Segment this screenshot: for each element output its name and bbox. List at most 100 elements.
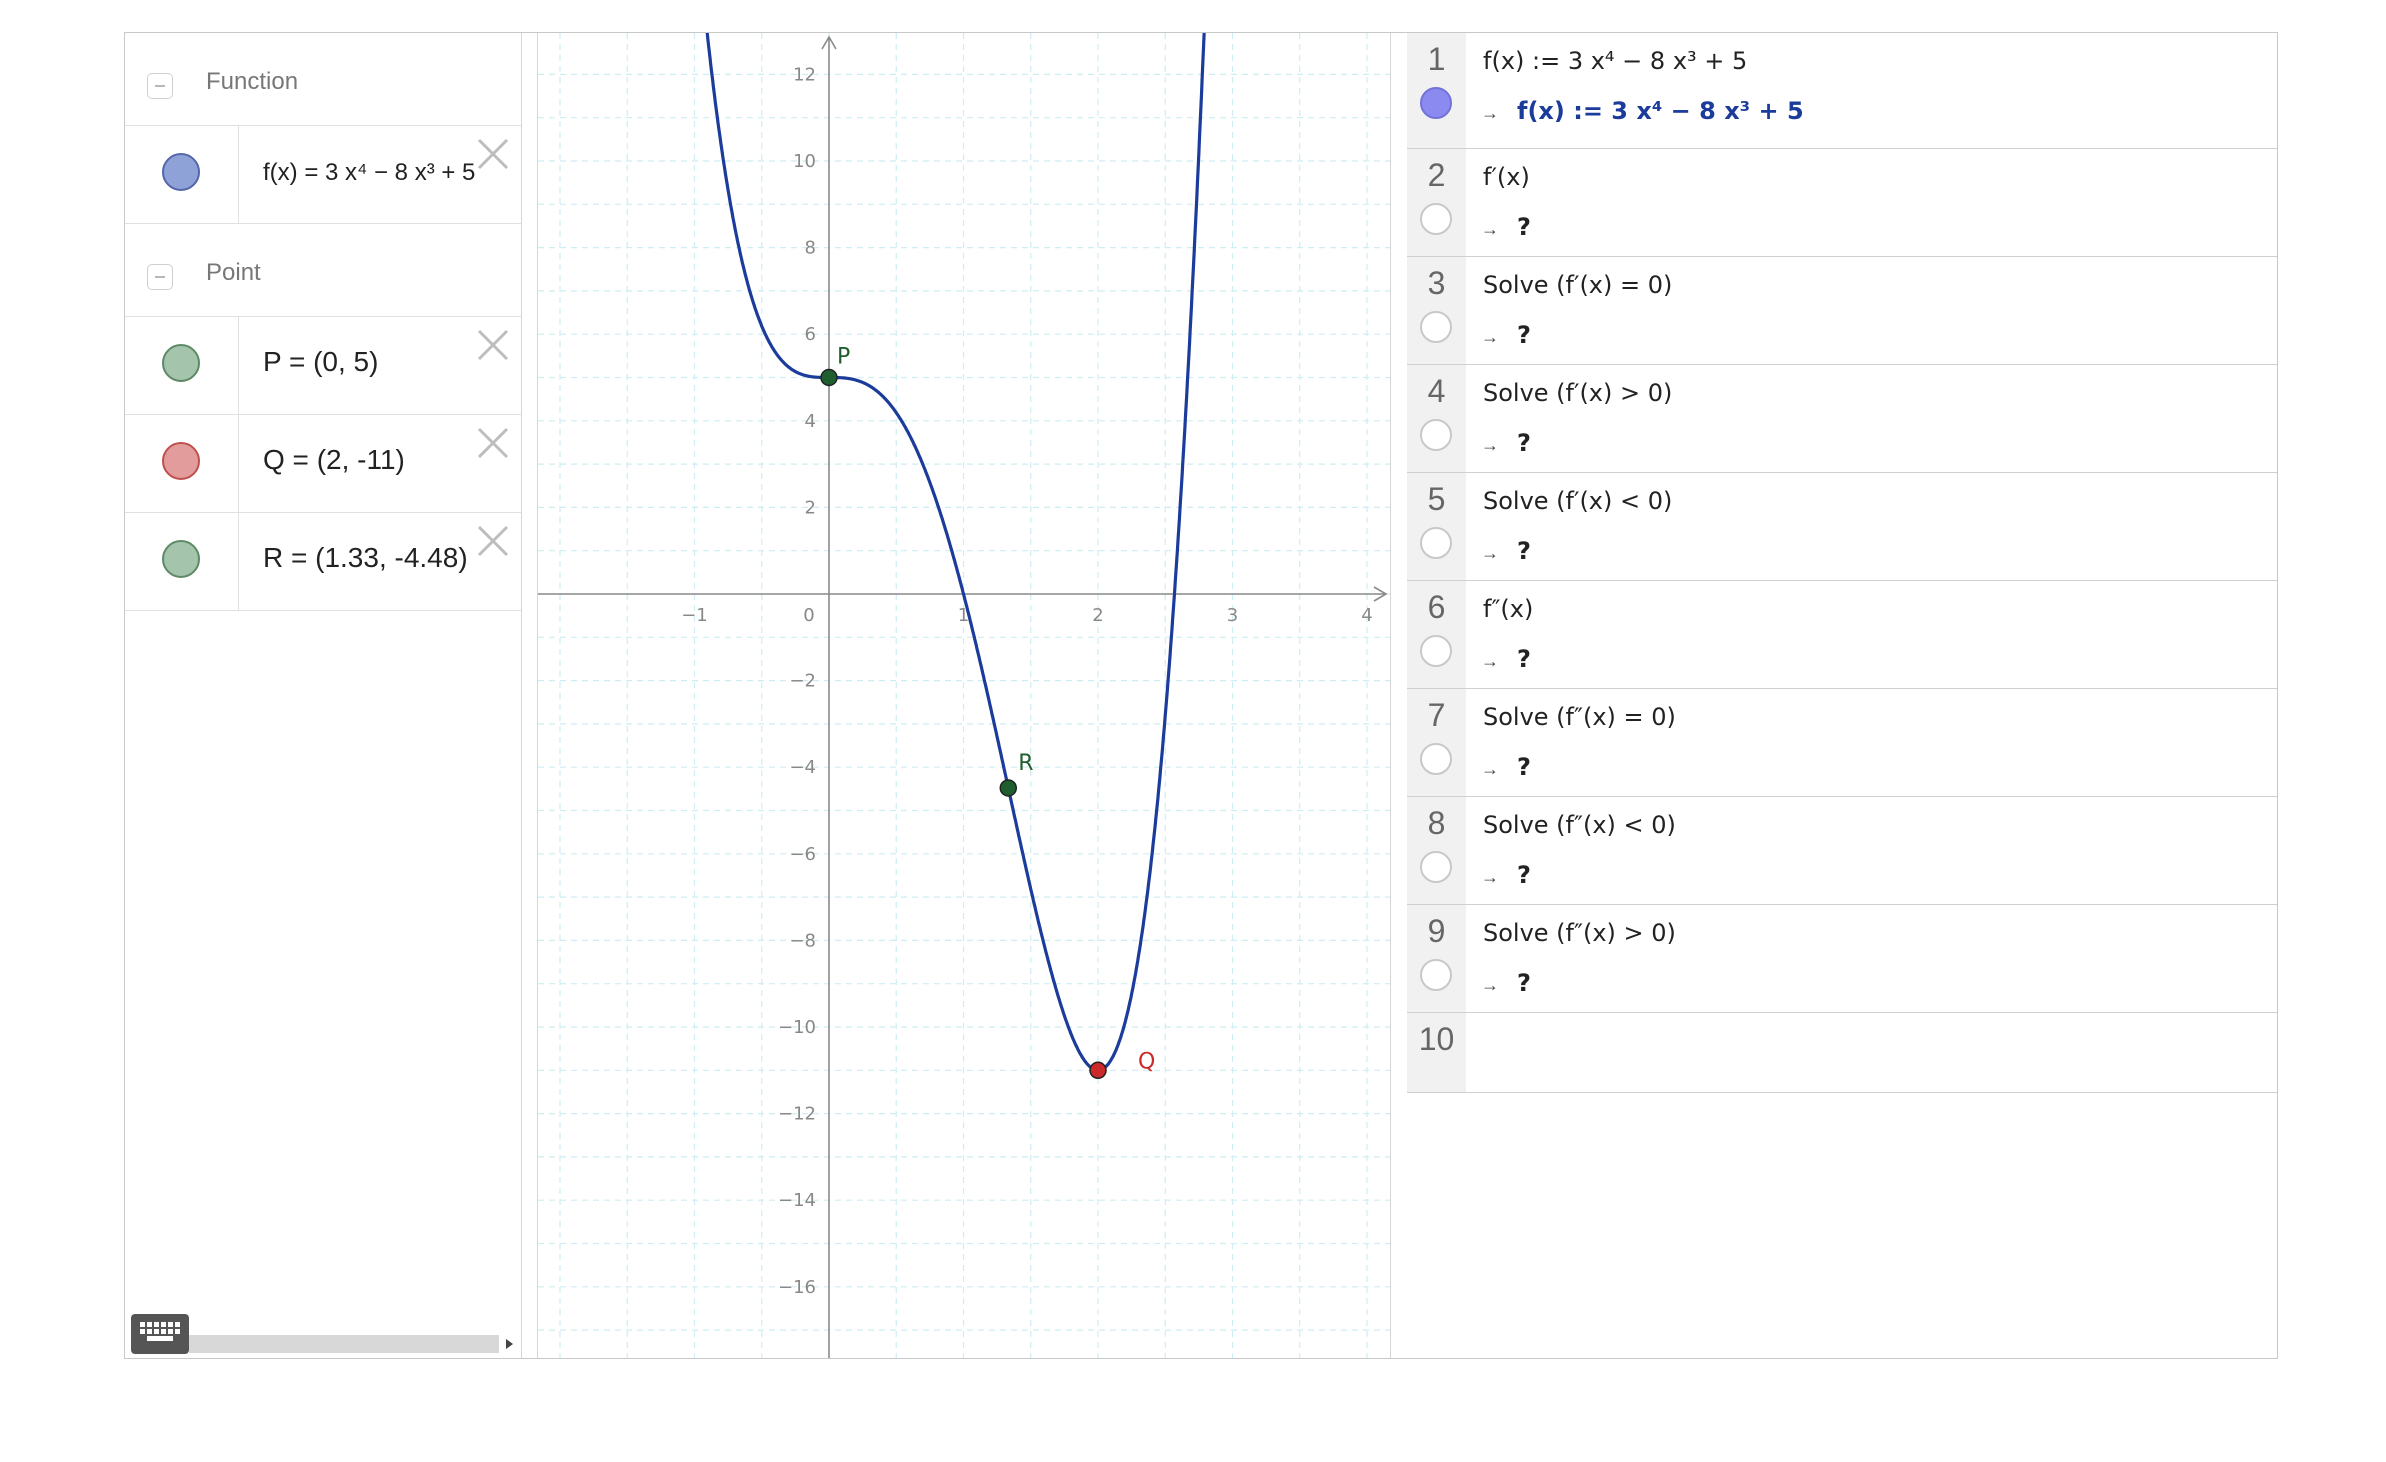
y-tick-label: −10 xyxy=(778,1017,816,1038)
cas-row-header[interactable]: 6 xyxy=(1407,581,1466,688)
divider xyxy=(238,317,239,414)
cas-output: ? xyxy=(1517,321,1531,349)
algebra-item-q[interactable]: Q = (2, -11) xyxy=(125,415,521,513)
cas-visibility-toggle[interactable] xyxy=(1420,635,1452,667)
keyboard-button[interactable] xyxy=(131,1314,189,1354)
algebra-item-f[interactable]: f(x) = 3 x⁴ − 8 x³ + 5 xyxy=(125,126,521,224)
cas-row-header[interactable]: 2 xyxy=(1407,149,1466,256)
x-tick-label: −1 xyxy=(681,605,708,626)
y-tick-label: 10 xyxy=(793,151,816,172)
horizontal-scrollbar[interactable] xyxy=(189,1335,499,1353)
cas-input[interactable]: f′(x) xyxy=(1483,163,1530,191)
cas-input[interactable]: Solve (f′(x) = 0) xyxy=(1483,271,1672,299)
cas-row-header[interactable]: 5 xyxy=(1407,473,1466,580)
algebra-item-p[interactable]: P = (0, 5) xyxy=(125,317,521,415)
graphics-view[interactable]: −1 0 1 2 3 4 12 10 8 6 4 2 −2 −4 −6 −8 −10 −12 −14 −16 P R Q xyxy=(537,33,1391,1358)
cas-visibility-toggle[interactable] xyxy=(1420,743,1452,775)
cas-visibility-toggle[interactable] xyxy=(1420,527,1452,559)
cas-input[interactable]: Solve (f′(x) > 0) xyxy=(1483,379,1672,407)
cas-visibility-toggle[interactable] xyxy=(1420,311,1452,343)
delete-icon[interactable] xyxy=(473,423,513,463)
point-label: R xyxy=(1018,751,1033,776)
point-p xyxy=(820,368,838,387)
y-tick-label: 6 xyxy=(805,324,816,345)
cas-row-number: 6 xyxy=(1427,589,1446,625)
cas-visibility-toggle[interactable] xyxy=(1420,851,1452,883)
cas-row[interactable]: 4 Solve (f′(x) > 0) →? xyxy=(1407,365,2277,473)
category-function[interactable]: Function xyxy=(125,33,521,126)
cas-row[interactable]: 8 Solve (f″(x) < 0) →? xyxy=(1407,797,2277,905)
cas-row-number: 1 xyxy=(1427,41,1446,77)
delete-icon[interactable] xyxy=(473,134,513,174)
category-point[interactable]: Point xyxy=(125,224,521,317)
cas-row[interactable]: 2 f′(x) →? xyxy=(1407,149,2277,257)
cas-row-header[interactable]: 3 xyxy=(1407,257,1466,364)
cas-row-number: 10 xyxy=(1418,1021,1455,1057)
cas-row-number: 8 xyxy=(1427,805,1446,841)
cas-row[interactable]: 3 Solve (f′(x) = 0) →? xyxy=(1407,257,2277,365)
point-r xyxy=(999,779,1018,797)
cas-row-header[interactable]: 7 xyxy=(1407,689,1466,796)
cas-visibility-toggle[interactable] xyxy=(1420,419,1452,451)
point-label: P xyxy=(837,345,850,370)
x-tick-label: 0 xyxy=(803,605,814,626)
cas-visibility-toggle[interactable] xyxy=(1420,87,1452,119)
cas-input[interactable]: Solve (f″(x) = 0) xyxy=(1483,703,1676,731)
visibility-marble[interactable] xyxy=(162,153,200,191)
cas-row-number: 9 xyxy=(1427,913,1446,949)
cas-row-header[interactable]: 10 xyxy=(1407,1013,1466,1092)
cas-input[interactable]: Solve (f′(x) < 0) xyxy=(1483,487,1672,515)
y-tick-label: 8 xyxy=(805,238,816,259)
keyboard-icon xyxy=(140,1322,180,1341)
cas-output: ? xyxy=(1517,753,1531,781)
cas-row[interactable]: 7 Solve (f″(x) = 0) →? xyxy=(1407,689,2277,797)
visibility-marble[interactable] xyxy=(162,442,200,480)
y-tick-label: 4 xyxy=(805,411,816,432)
cas-output-arrow: → xyxy=(1481,219,1499,239)
cas-row-number: 4 xyxy=(1427,373,1446,409)
cas-output: ? xyxy=(1517,969,1531,997)
algebra-item-text[interactable]: P = (0, 5) xyxy=(263,346,378,378)
delete-icon[interactable] xyxy=(473,521,513,561)
algebra-item-text[interactable]: f(x) = 3 x⁴ − 8 x³ + 5 xyxy=(263,159,475,187)
collapse-icon[interactable] xyxy=(147,264,173,290)
algebra-item-text[interactable]: R = (1.33, -4.48) xyxy=(263,542,468,574)
visibility-marble[interactable] xyxy=(162,540,200,578)
divider xyxy=(238,513,239,610)
delete-icon[interactable] xyxy=(473,325,513,365)
cas-row-header[interactable]: 4 xyxy=(1407,365,1466,472)
cas-visibility-toggle[interactable] xyxy=(1420,203,1452,235)
visibility-marble[interactable] xyxy=(162,344,200,382)
x-tick-label: 3 xyxy=(1227,605,1238,626)
cas-input[interactable]: f(x) := 3 x⁴ − 8 x³ + 5 xyxy=(1483,47,1747,75)
cas-row[interactable]: 6 f″(x) →? xyxy=(1407,581,2277,689)
cas-row-number: 3 xyxy=(1427,265,1446,301)
cas-visibility-toggle[interactable] xyxy=(1420,959,1452,991)
cas-row-header[interactable]: 1 xyxy=(1407,33,1466,148)
cas-output: f(x) := 3 x⁴ − 8 x³ + 5 xyxy=(1517,97,1804,125)
cas-row[interactable]: 10 xyxy=(1407,1013,2277,1093)
y-tick-label: −6 xyxy=(789,844,816,865)
cas-row-header[interactable]: 9 xyxy=(1407,905,1466,1012)
graph-canvas[interactable]: −1 0 1 2 3 412108642−2−4−6−8−10−12−14−16PRQ xyxy=(538,33,1390,1358)
cas-row-number: 2 xyxy=(1427,157,1446,193)
scroll-right-icon[interactable] xyxy=(502,1336,516,1352)
cas-row[interactable]: 9 Solve (f″(x) > 0) →? xyxy=(1407,905,2277,1013)
algebra-item-text[interactable]: Q = (2, -11) xyxy=(263,444,405,476)
cas-output-arrow: → xyxy=(1481,759,1499,779)
collapse-icon[interactable] xyxy=(147,73,173,99)
algebra-item-r[interactable]: R = (1.33, -4.48) xyxy=(125,513,521,611)
cas-input[interactable]: Solve (f″(x) > 0) xyxy=(1483,919,1676,947)
cas-row[interactable]: 1 f(x) := 3 x⁴ − 8 x³ + 5 → f(x) := 3 x⁴ − … xyxy=(1407,33,2277,149)
y-tick-label: 2 xyxy=(805,497,816,518)
cas-view: 1 f(x) := 3 x⁴ − 8 x³ + 5 → f(x) := 3 x⁴ − … xyxy=(1407,33,2277,1358)
cas-input[interactable]: f″(x) xyxy=(1483,595,1533,623)
cas-output: ? xyxy=(1517,213,1531,241)
cas-row[interactable]: 5 Solve (f′(x) < 0) →? xyxy=(1407,473,2277,581)
y-tick-label: −2 xyxy=(789,671,816,692)
x-tick-label: 4 xyxy=(1361,605,1372,626)
cas-row-header[interactable]: 8 xyxy=(1407,797,1466,904)
function-curve-f xyxy=(705,33,1206,1072)
cas-input[interactable]: Solve (f″(x) < 0) xyxy=(1483,811,1676,839)
category-label: Function xyxy=(206,68,299,95)
